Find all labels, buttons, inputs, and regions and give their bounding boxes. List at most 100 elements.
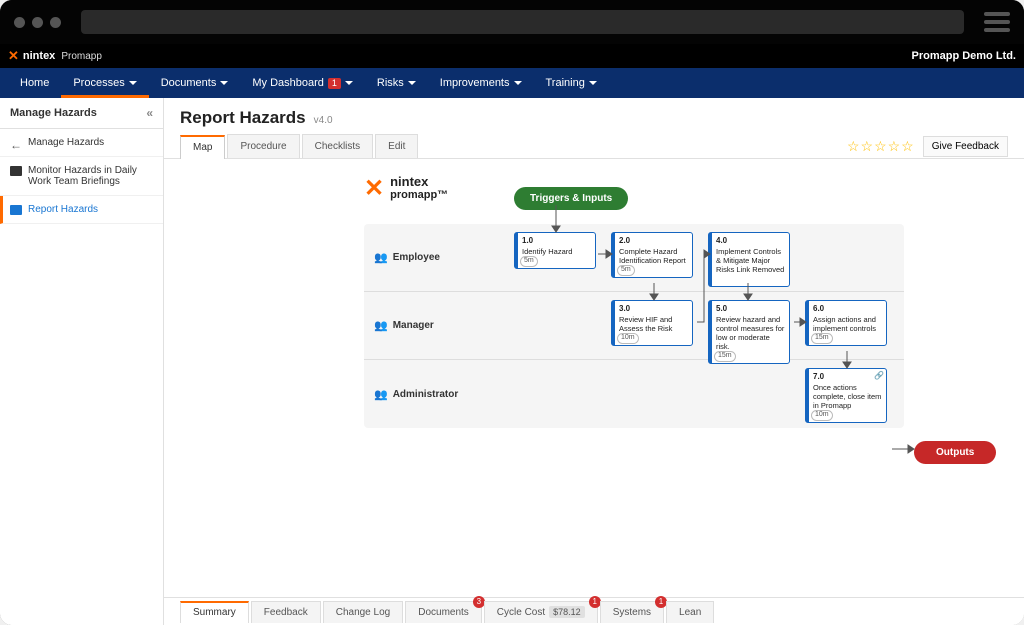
window-controls [14,17,61,28]
swimlane: 👥Administrator 7.0Once actions complete, … [364,360,904,428]
bottom-tab-row: SummaryFeedbackChange LogDocuments3Cycle… [164,597,1024,625]
page-header: Report Hazards v4.0 [164,98,1024,134]
process-map-canvas[interactable]: ✕ nintex promapp™ Triggers & Inputs 👥Emp… [164,159,1024,597]
logo-mark-icon: ✕ [364,179,384,198]
step-text: Identify Hazard [522,247,591,256]
sidebar-item-label: Manage Hazards [28,137,104,148]
tab-map[interactable]: Map [180,135,225,159]
step-time: 15m [811,333,833,343]
nav-item-training[interactable]: Training [534,68,609,98]
sidebar-item-label: Report Hazards [28,204,98,215]
lane-label: 👥Employee [364,224,474,291]
navbar: HomeProcessesDocumentsMy Dashboard1Risks… [0,68,1024,98]
process-step[interactable]: 7.0Once actions complete, close item in … [805,368,887,423]
step-number: 2.0 [619,236,688,246]
map-watermark-logo: ✕ nintex promapp™ [364,175,448,201]
bottom-tab-systems[interactable]: Systems1 [600,601,664,623]
logo-mark-icon: ✕ [8,48,19,64]
maximize-dot[interactable] [50,17,61,28]
people-icon: 👥 [374,388,388,401]
tab-checklists[interactable]: Checklists [302,134,374,158]
step-time: 5m [617,265,635,275]
nav-item-improvements[interactable]: Improvements [428,68,534,98]
step-number: 3.0 [619,304,688,314]
sidebar-item-label: Monitor Hazards in Daily Work Team Brief… [28,165,153,187]
collapse-icon[interactable]: « [146,106,153,120]
chevron-down-icon [408,81,416,85]
browser-chrome [0,0,1024,44]
company-name[interactable]: Promapp Demo Ltd. [911,50,1016,62]
people-icon: 👥 [374,251,388,264]
process-step[interactable]: 4.0Implement Controls & Mitigate Major R… [708,232,790,287]
step-time: 10m [811,410,833,420]
chevron-down-icon [345,81,353,85]
people-icon: 👥 [374,319,388,332]
process-step[interactable]: 2.0Complete Hazard Identification Report… [611,232,693,278]
close-dot[interactable] [14,17,25,28]
process-step[interactable]: 6.0Assign actions and implement controls… [805,300,887,346]
process-step[interactable]: 1.0Identify Hazard5m [514,232,596,269]
triggers-inputs-button[interactable]: Triggers & Inputs [514,187,628,210]
sidebar-item[interactable]: Manage Hazards [0,129,163,157]
browser-frame: ✕ nintex Promapp Promapp Demo Ltd. HomeP… [0,0,1024,625]
url-bar[interactable] [81,10,964,34]
step-text: Complete Hazard Identification Report [619,247,688,265]
bottom-tab-summary[interactable]: Summary [180,601,249,623]
tab-row: MapProcedureChecklistsEdit ☆☆☆☆☆ Give Fe… [164,134,1024,159]
link-icon: 🔗 [874,371,884,381]
step-time: 10m [617,333,639,343]
bottom-tab-feedback[interactable]: Feedback [251,601,321,623]
chevron-down-icon [514,81,522,85]
bottom-tab-documents[interactable]: Documents3 [405,601,482,623]
step-number: 1.0 [522,236,591,246]
nav-item-risks[interactable]: Risks [365,68,428,98]
step-number: 7.0 [813,372,882,382]
brand-name: nintex [23,50,55,62]
give-feedback-button[interactable]: Give Feedback [923,136,1008,157]
main-panel: Report Hazards v4.0 MapProcedureChecklis… [164,98,1024,625]
map-logo-brand: nintex [390,174,428,189]
outputs-button[interactable]: Outputs [914,441,996,464]
cycle-cost-value: $78.12 [549,606,585,618]
lane-body: 1.0Identify Hazard5m2.0Complete Hazard I… [474,224,904,291]
map-logo-sub: promapp™ [390,189,448,201]
back-arrow-icon [10,138,22,148]
sidebar-title: Manage Hazards [10,107,97,119]
brand-sub: Promapp [61,51,102,62]
bottom-tab-change-log[interactable]: Change Log [323,601,404,623]
step-text: Once actions complete, close item in Pro… [813,383,882,410]
nav-item-home[interactable]: Home [8,68,61,98]
star-rating[interactable]: ☆☆☆☆☆ [847,138,915,155]
swimlanes: 👥Employee1.0Identify Hazard5m2.0Complete… [364,224,904,428]
step-number: 5.0 [716,304,785,314]
app-root: ✕ nintex Promapp Promapp Demo Ltd. HomeP… [0,44,1024,625]
sidebar-item[interactable]: Monitor Hazards in Daily Work Team Brief… [0,157,163,196]
process-step[interactable]: 3.0Review HIF and Assess the Risk10m [611,300,693,346]
document-icon [10,205,22,215]
brand-logo[interactable]: ✕ nintex Promapp [8,48,102,64]
sidebar: Manage Hazards « Manage Hazards Monitor H… [0,98,164,625]
sidebar-item[interactable]: Report Hazards [0,196,163,224]
step-text: Implement Controls & Mitigate Major Risk… [716,247,785,274]
sidebar-header: Manage Hazards « [0,98,163,129]
tab-edit[interactable]: Edit [375,134,418,158]
content-area: Manage Hazards « Manage Hazards Monitor H… [0,98,1024,625]
swimlane: 👥Employee1.0Identify Hazard5m2.0Complete… [364,224,904,292]
folder-icon [10,166,22,176]
page-title: Report Hazards [180,108,306,128]
chevron-down-icon [129,81,137,85]
lane-label: 👥Manager [364,292,474,359]
step-text: Review hazard and control measures for l… [716,315,785,351]
tab-procedure[interactable]: Procedure [227,134,299,158]
bottom-tab-cycle-cost[interactable]: Cycle Cost$78.121 [484,601,598,623]
nav-item-processes[interactable]: Processes [61,68,148,98]
minimize-dot[interactable] [32,17,43,28]
step-text: Assign actions and implement controls [813,315,882,333]
process-step[interactable]: 5.0Review hazard and control measures fo… [708,300,790,364]
step-number: 6.0 [813,304,882,314]
bottom-tab-lean[interactable]: Lean [666,601,714,623]
nav-item-my-dashboard[interactable]: My Dashboard1 [240,68,365,98]
lane-label: 👥Administrator [364,360,474,428]
hamburger-icon[interactable] [984,12,1010,32]
nav-item-documents[interactable]: Documents [149,68,241,98]
